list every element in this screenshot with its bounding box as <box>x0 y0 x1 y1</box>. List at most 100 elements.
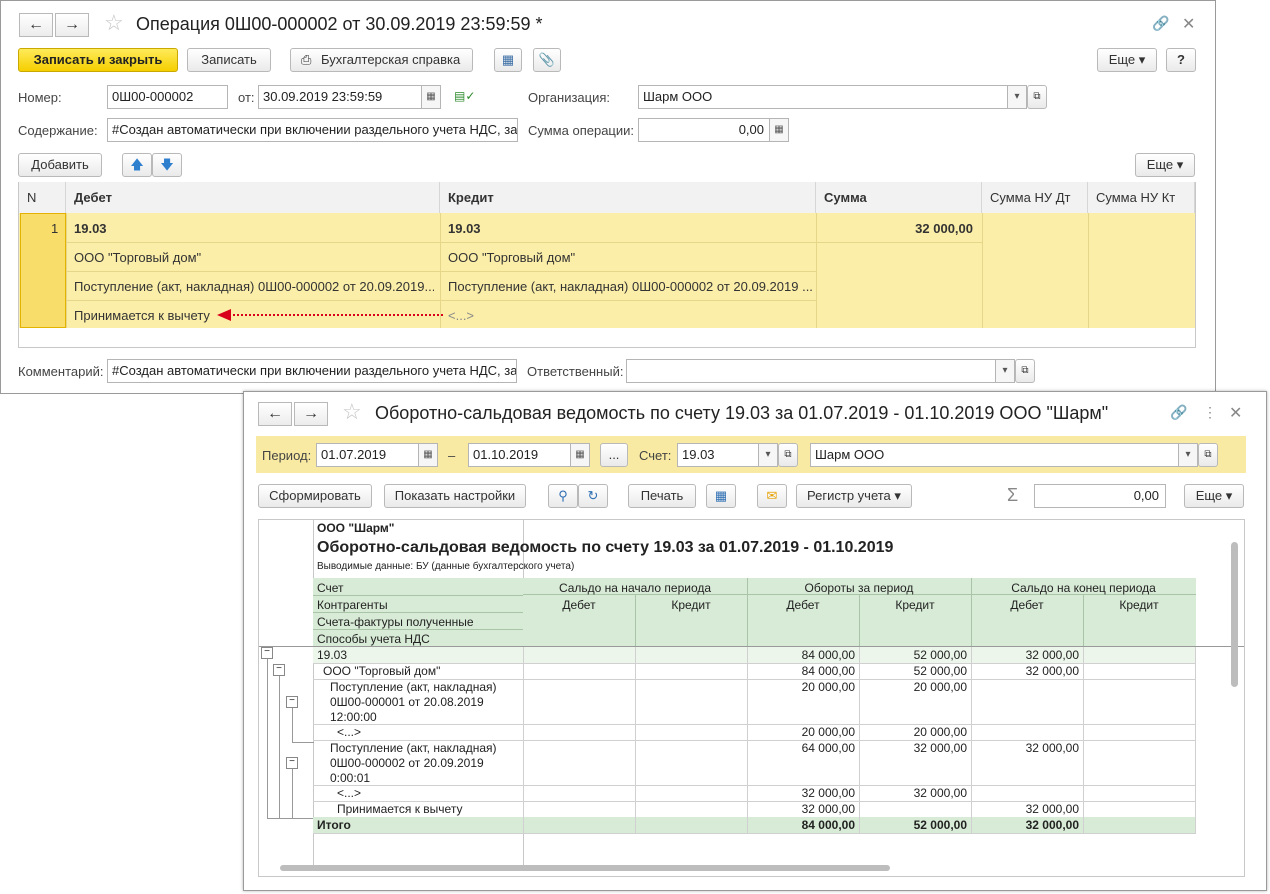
row-number-cell[interactable] <box>20 213 66 328</box>
responsible-field[interactable]: ▾ <box>626 359 1015 383</box>
row-value[interactable]: 84 000,00 <box>747 818 855 832</box>
open-org-icon[interactable]: ⧉ <box>1198 443 1218 467</box>
account-field[interactable]: 19.03 ▾ <box>677 443 778 467</box>
row-label[interactable]: Итого <box>317 818 351 833</box>
debit-subconto-2[interactable]: Поступление (акт, накладная) 0Ш00-000002… <box>74 279 434 294</box>
collapse-icon[interactable]: − <box>286 757 298 769</box>
row-label[interactable]: Поступление (акт, накладная) 0Ш00-000001 … <box>330 680 497 725</box>
credit-subconto-3[interactable]: <...> <box>448 308 474 323</box>
more-button[interactable]: Еще ▾ <box>1097 48 1157 72</box>
col-sum-nu-dt[interactable]: Сумма НУ Дт <box>982 182 1088 213</box>
comment-field[interactable]: #Создан автоматически при включении разд… <box>107 359 517 383</box>
vertical-scrollbar[interactable] <box>1231 532 1239 862</box>
row-value[interactable]: 32 000,00 <box>971 818 1079 832</box>
calendar-icon[interactable]: ▦ <box>418 444 437 466</box>
dropdown-icon[interactable]: ▾ <box>1178 444 1197 466</box>
row-label[interactable]: Поступление (акт, накладная) 0Ш00-000002 … <box>330 741 497 786</box>
dropdown-icon[interactable]: ▾ <box>1007 86 1026 108</box>
open-account-icon[interactable]: ⧉ <box>778 443 798 467</box>
attachment-icon[interactable]: 📎 <box>533 48 561 72</box>
favorite-star-icon[interactable]: ☆ <box>104 10 124 36</box>
row-label[interactable]: <...> <box>337 725 361 740</box>
show-settings-button[interactable]: Показать настройки <box>384 484 526 508</box>
row-value[interactable]: 84 000,00 <box>747 648 855 662</box>
link-icon[interactable]: 🔗 <box>1152 15 1169 32</box>
credit-subconto-1[interactable]: ООО "Торговый дом" <box>448 250 575 265</box>
collapse-icon[interactable]: − <box>261 647 273 659</box>
collapse-icon[interactable]: − <box>273 664 285 676</box>
search-icon[interactable]: ⚲ <box>548 484 578 508</box>
row-label[interactable]: <...> <box>337 786 361 801</box>
close-icon[interactable]: ✕ <box>1182 14 1195 34</box>
move-up-icon[interactable]: 🡅 <box>122 153 152 177</box>
calculator-icon[interactable]: ▦ <box>769 119 788 141</box>
sum-field[interactable]: 0,00 <box>1034 484 1166 508</box>
date-field[interactable]: 30.09.2019 23:59:59 ▦ <box>258 85 441 109</box>
open-organization-icon[interactable]: ⧉ <box>1027 85 1047 109</box>
row-value[interactable]: 32 000,00 <box>859 741 967 755</box>
accounting-register-button[interactable]: Регистр учета ▾ <box>796 484 912 508</box>
content-field[interactable]: #Создан автоматически при включении разд… <box>107 118 518 142</box>
horizontal-scroll-thumb[interactable] <box>280 865 890 871</box>
organization-field[interactable]: Шарм ООО ▾ <box>638 85 1027 109</box>
favorite-star-icon[interactable]: ☆ <box>342 399 362 425</box>
row-value[interactable]: 20 000,00 <box>859 725 967 739</box>
row-value[interactable]: 52 000,00 <box>859 648 967 662</box>
row-value[interactable]: 32 000,00 <box>971 648 1079 662</box>
print-button[interactable]: Печать <box>628 484 696 508</box>
col-sum[interactable]: Сумма <box>816 182 982 213</box>
row-value[interactable]: 20 000,00 <box>747 680 855 694</box>
calendar-icon[interactable]: ▦ <box>570 444 589 466</box>
email-icon[interactable]: ✉ <box>757 484 787 508</box>
row-value[interactable]: 52 000,00 <box>859 818 967 832</box>
structure-icon[interactable]: ▦ <box>494 48 522 72</box>
col-sum-nu-kt[interactable]: Сумма НУ Кт <box>1088 182 1195 213</box>
credit-account[interactable]: 19.03 <box>448 221 481 236</box>
horizontal-scrollbar[interactable] <box>268 864 1218 872</box>
row-value[interactable]: 32 000,00 <box>971 741 1079 755</box>
row-value[interactable]: 32 000,00 <box>971 664 1079 678</box>
calendar-icon[interactable]: ▦ <box>421 86 440 108</box>
preview-icon[interactable]: ▦ <box>706 484 736 508</box>
dropdown-icon[interactable]: ▾ <box>758 444 777 466</box>
col-n[interactable]: N <box>19 182 66 213</box>
debit-subconto-1[interactable]: ООО "Торговый дом" <box>74 250 201 265</box>
row-value[interactable]: 32 000,00 <box>971 802 1079 816</box>
row-value[interactable]: 84 000,00 <box>747 664 855 678</box>
debit-subconto-3[interactable]: Принимается к вычету <box>74 308 210 323</box>
number-field[interactable]: 0Ш00-000002 <box>107 85 228 109</box>
debit-account[interactable]: 19.03 <box>74 221 107 236</box>
date-to-field[interactable]: 01.10.2019 ▦ <box>468 443 590 467</box>
row-value[interactable]: 32 000,00 <box>747 802 855 816</box>
help-button[interactable]: ? <box>1166 48 1196 72</box>
period-select-button[interactable]: ... <box>600 443 628 467</box>
row-value[interactable]: 20 000,00 <box>747 725 855 739</box>
back-button[interactable]: ← <box>19 13 53 37</box>
menu-icon[interactable]: ⋮ <box>1203 404 1217 421</box>
vertical-scroll-thumb[interactable] <box>1231 542 1238 687</box>
open-responsible-icon[interactable]: ⧉ <box>1015 359 1035 383</box>
col-credit[interactable]: Кредит <box>440 182 816 213</box>
row-value[interactable]: 32 000,00 <box>747 786 855 800</box>
more-button[interactable]: Еще ▾ <box>1184 484 1244 508</box>
row-value[interactable]: 52 000,00 <box>859 664 967 678</box>
row-label[interactable]: ООО "Торговый дом" <box>323 664 440 679</box>
generate-button[interactable]: Сформировать <box>258 484 372 508</box>
back-button[interactable]: ← <box>258 402 292 426</box>
col-debit[interactable]: Дебет <box>66 182 440 213</box>
report-spreadsheet[interactable]: ООО "Шарм" Оборотно-сальдовая ведомость … <box>258 519 1245 877</box>
amount[interactable]: 32 000,00 <box>831 221 973 236</box>
table-more-button[interactable]: Еще ▾ <box>1135 153 1195 177</box>
collapse-icon[interactable]: − <box>286 696 298 708</box>
save-button[interactable]: Записать <box>187 48 271 72</box>
search-next-icon[interactable]: ↻ <box>578 484 608 508</box>
credit-subconto-2[interactable]: Поступление (акт, накладная) 0Ш00-000002… <box>448 279 812 294</box>
sum-field[interactable]: 0,00 ▦ <box>638 118 789 142</box>
report-org-field[interactable]: Шарм ООО ▾ <box>810 443 1198 467</box>
accounting-report-button[interactable]: ⎙ Бухгалтерская справка <box>290 48 473 72</box>
move-down-icon[interactable]: 🡇 <box>152 153 182 177</box>
row-label[interactable]: Принимается к вычету <box>337 802 462 817</box>
date-from-field[interactable]: 01.07.2019 ▦ <box>316 443 438 467</box>
save-and-close-button[interactable]: Записать и закрыть <box>18 48 178 72</box>
row-label[interactable]: 19.03 <box>317 648 347 663</box>
